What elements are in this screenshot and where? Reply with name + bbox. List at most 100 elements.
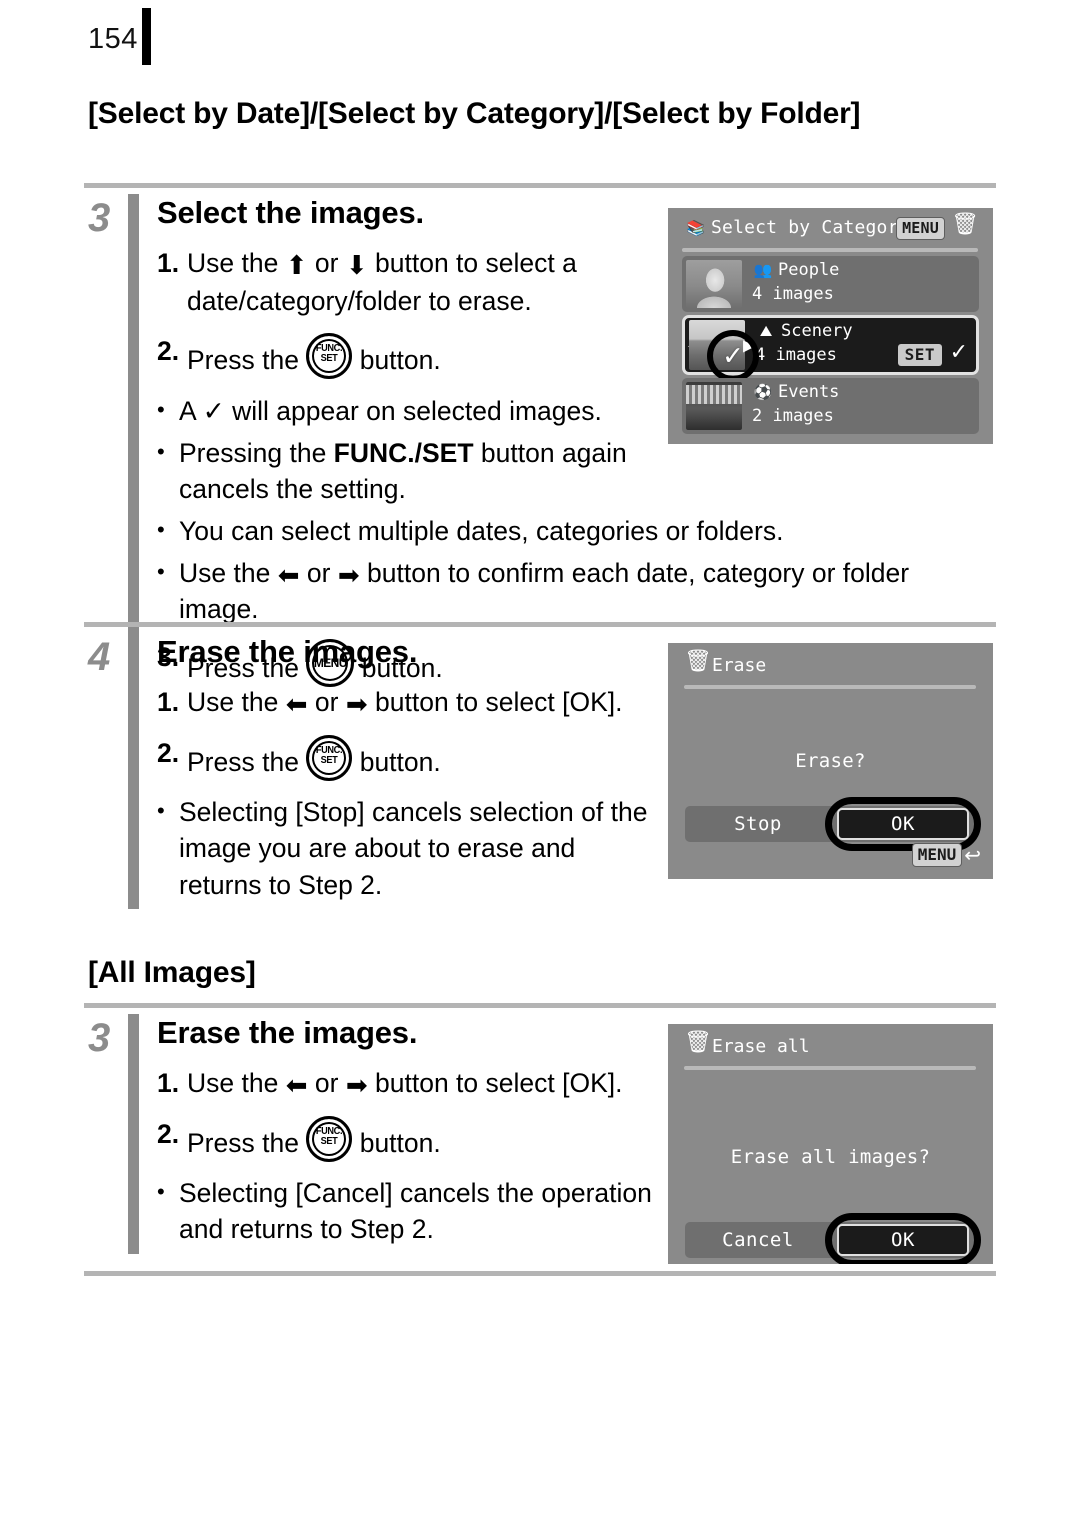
sub-step-text-after: button to select [OK].	[375, 687, 623, 718]
sub-step-marker: 1.	[157, 248, 180, 279]
bullet-text-before: Use the	[179, 558, 271, 589]
category-thumbnail	[686, 260, 742, 308]
bullet-marker: •	[157, 397, 165, 423]
category-name: ⛰ Scenery	[755, 321, 853, 341]
sub-step: 2. Press the FUNC. SET button.	[157, 333, 702, 380]
bullet-item: • A ✓ will appear on selected images.	[157, 393, 717, 429]
sub-step-text-before: Press the	[187, 345, 299, 376]
bullet-text: Pressing the FUNC./SET button again canc…	[179, 435, 657, 507]
page-number: 154	[88, 23, 138, 55]
people-category-icon: 👥	[753, 261, 773, 279]
category-name: 👥 People	[752, 260, 840, 280]
ok-button[interactable]: OK	[837, 808, 969, 840]
func-set-emphasis: FUNC./SET	[333, 438, 474, 469]
lcd-title-divider	[684, 1066, 976, 1070]
bullet-marker: •	[157, 798, 165, 824]
ok-button[interactable]: OK	[837, 1224, 969, 1256]
category-count: 2 images	[752, 406, 834, 426]
category-list: 👥People 4 images ◀ ▶ ⛰Scenery 4 images S…	[682, 256, 979, 437]
bullet-text: Selecting [Cancel] cancels the operation…	[179, 1178, 652, 1245]
menu-badge: MENU	[911, 843, 963, 867]
sub-step-body: Use the ⬅ or ➡ button to select [OK].	[187, 684, 657, 722]
category-book-icon: 📚	[686, 219, 706, 237]
bullet-text: Selecting [Stop] cancels selection of th…	[179, 797, 648, 900]
bullet-item: • Selecting [Stop] cancels selection of …	[157, 794, 657, 902]
sub-step-text-before: Use the	[187, 687, 279, 718]
trash-icon: 🗑	[951, 212, 979, 237]
sub-step-text-after: button to select [OK].	[375, 1068, 623, 1099]
sub-step-text-before: Use the	[187, 1068, 279, 1099]
sub-step-conjunction: or	[314, 248, 339, 279]
lcd-title-text: Erase	[712, 655, 767, 676]
cancel-button[interactable]: Cancel	[685, 1222, 831, 1258]
events-category-icon: ⚽	[753, 383, 773, 401]
sub-step-marker: 1.	[157, 687, 180, 718]
bullet-item: • Selecting [Cancel] cancels the operati…	[157, 1175, 657, 1247]
category-name: ⚽ Events	[752, 382, 840, 402]
category-count: 4 images	[755, 345, 837, 365]
bullet-item: • You can select multiple dates, categor…	[157, 513, 987, 549]
bullet-marker: •	[157, 1179, 165, 1205]
step-number: 3	[88, 196, 111, 240]
sub-step: 2. Press the FUNC. SET button.	[157, 1115, 657, 1163]
bullet-item: • Use the ⬅ or ➡ button to confirm each …	[157, 555, 987, 627]
sub-step-text-after: button.	[359, 746, 441, 777]
step-number: 3	[88, 1016, 111, 1060]
menu-return-hint: MENU ↩	[911, 843, 981, 867]
category-row-events[interactable]: ⚽ Events 2 images	[682, 378, 979, 434]
category-row-people[interactable]: 👥 People 4 images	[682, 256, 979, 312]
set-badge: SET	[897, 344, 942, 366]
lcd-screen-select-by-category: 📚 Select by Category MENU 🗑 👥 People 4 ima…	[668, 208, 993, 444]
sub-step-body: Use the ⬆ or ⬇ button to select a date/c…	[187, 245, 702, 320]
step-number: 4	[88, 635, 111, 679]
sub-step-body: Press the FUNC. SET button.	[187, 1115, 657, 1163]
bullet-text: Use the ⬅ or ➡ button to confirm each da…	[179, 555, 987, 627]
arrow-right-icon: ➡	[337, 560, 360, 591]
arrow-up-icon: ⬆	[285, 250, 308, 281]
sub-step-conjunction: or	[314, 687, 339, 718]
section-heading-select-by: [Select by Date]/[Select by Category]/[S…	[88, 97, 861, 130]
page-header: 154	[88, 8, 151, 70]
ok-button-callout: OK	[825, 1213, 981, 1264]
bullet-marker: •	[157, 559, 165, 585]
bullet-marker: •	[157, 439, 165, 465]
func-set-button-icon: FUNC. SET	[306, 333, 353, 380]
bullet-text-before: Pressing the	[179, 438, 334, 469]
sub-step-marker: 2.	[157, 1118, 180, 1149]
sub-step-marker: 1.	[157, 1068, 180, 1099]
category-name-text: Scenery	[781, 321, 853, 341]
sub-step-text-after: button.	[359, 1127, 441, 1158]
sub-step-body: Press the FUNC. SET button.	[187, 734, 657, 782]
return-arrow-icon: ↩	[964, 843, 981, 867]
stop-button[interactable]: Stop	[685, 806, 831, 842]
step-rule	[128, 1014, 139, 1254]
category-name-text: Events	[778, 382, 840, 402]
bullet-marker: •	[157, 517, 165, 543]
category-thumbnail	[686, 382, 742, 430]
sub-step: 1. Use the ⬆ or ⬇ button to select a dat…	[157, 245, 702, 320]
dialog-message: Erase all images?	[730, 1146, 931, 1168]
arrow-left-icon: ⬅	[277, 560, 300, 591]
func-set-button-icon: FUNC. SET	[306, 1115, 353, 1162]
trash-icon: 🗑	[684, 1030, 712, 1055]
lcd-screen-erase: 🗑 Erase Erase? Stop OK MENU ↩	[668, 643, 993, 879]
arrow-left-icon: ⬅	[285, 1070, 308, 1101]
bullet-text: A ✓ will appear on selected images.	[179, 396, 602, 427]
dialog-message: Erase?	[795, 750, 866, 772]
scenery-category-icon: ⛰	[759, 322, 773, 340]
sub-step-text-before: Press the	[187, 1127, 299, 1158]
sub-step: 2. Press the FUNC. SET button.	[157, 734, 657, 782]
category-row-scenery[interactable]: ◀ ▶ ⛰Scenery 4 images SET ✓ ✓	[682, 315, 979, 382]
sub-step-conjunction: or	[314, 1068, 339, 1099]
sub-step-marker: 2.	[157, 336, 180, 367]
bullet-item: • Pressing the FUNC./SET button again ca…	[157, 435, 657, 507]
dialog-button-bar: Cancel OK	[685, 1213, 981, 1264]
bullet-text: You can select multiple dates, categorie…	[179, 516, 784, 547]
sub-step-marker: 2.	[157, 737, 180, 768]
callout-circle-selected-check: ✓	[707, 330, 759, 382]
category-name-text: People	[778, 260, 840, 280]
sub-step-text-before: Use the	[187, 248, 279, 279]
arrow-down-icon: ⬇	[345, 250, 368, 281]
sub-step-text-before: Press the	[187, 746, 299, 777]
lcd-title-text: Select by Category	[711, 217, 910, 238]
